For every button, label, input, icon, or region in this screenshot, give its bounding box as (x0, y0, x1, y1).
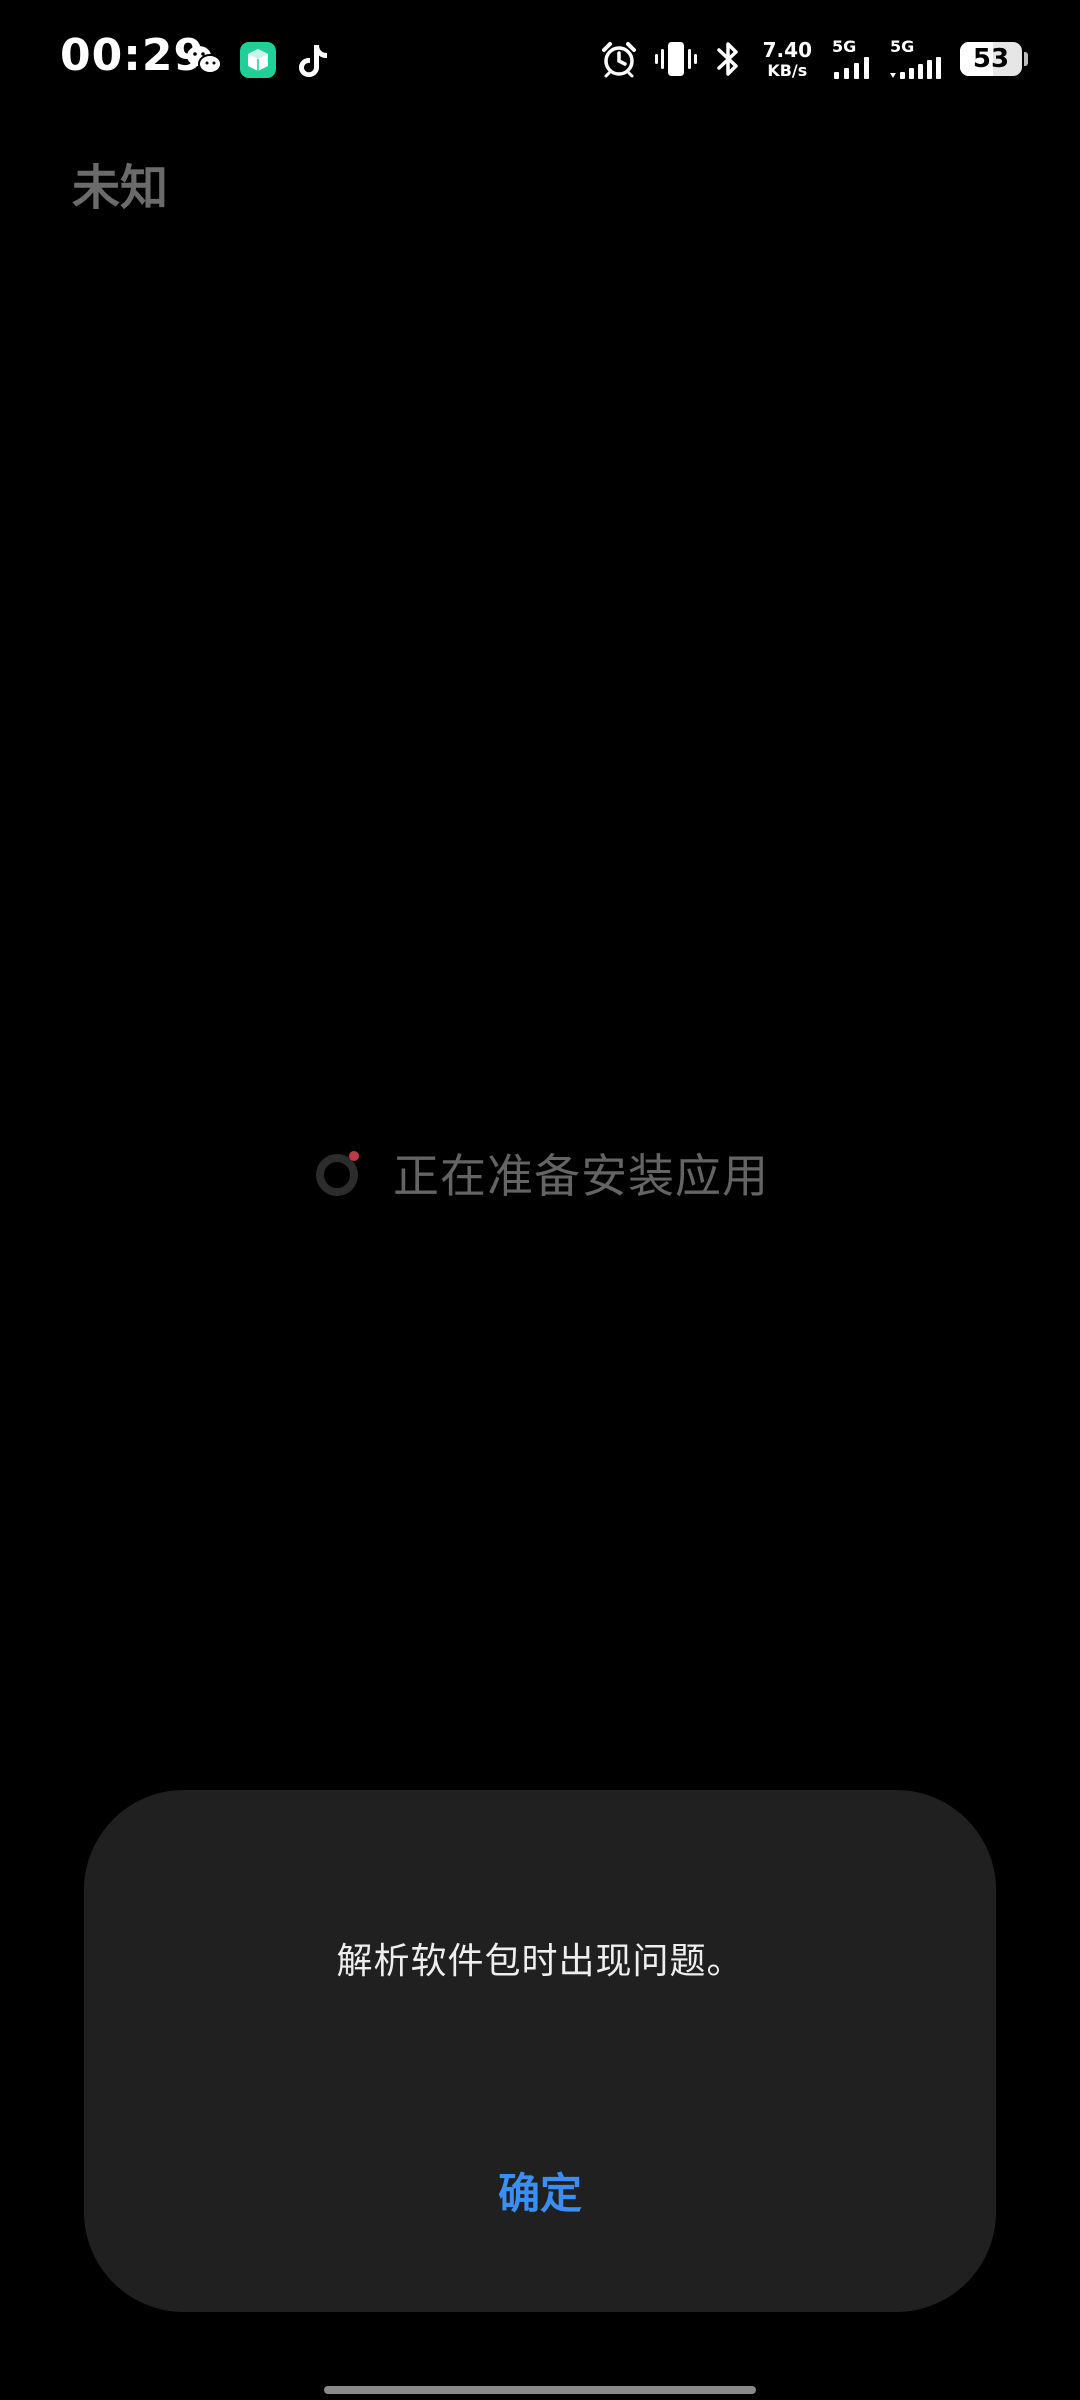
notification-icons (184, 38, 332, 82)
error-dialog: 解析软件包时出现问题。 确定 (84, 1790, 996, 2312)
signal-bars-icon (890, 57, 941, 79)
sim1-signal: 5G (832, 39, 876, 79)
bluetooth-icon (716, 42, 738, 76)
wechat-icon (187, 46, 222, 74)
home-indicator[interactable] (324, 2386, 756, 2394)
network-speed: 7.40 KB/s (763, 40, 812, 79)
spinner-icon (316, 1151, 359, 1196)
tiktok-icon (299, 45, 327, 77)
page-title: 未知 (72, 160, 169, 216)
network-speed-unit: KB/s (767, 60, 808, 80)
battery-icon: 53 (960, 42, 1028, 76)
vibrate-icon (654, 42, 697, 76)
sim1-label: 5G (832, 37, 857, 56)
alarm-icon (601, 42, 636, 78)
status-bar: 00:29 7.40 KB/s 5G 5G 53 (0, 0, 1080, 120)
battery-level: 53 (972, 44, 1010, 74)
sim2-label: 5G (890, 37, 915, 56)
cube-app-icon (240, 42, 276, 78)
network-speed-value: 7.40 (762, 37, 812, 62)
loading-indicator: 正在准备安装应用 (0, 1140, 1080, 1206)
dialog-message: 解析软件包时出现问题。 (336, 1941, 744, 1982)
confirm-button[interactable]: 确定 (440, 2150, 640, 2230)
signal-bars-icon (834, 57, 869, 79)
sim2-signal: 5G (890, 39, 942, 79)
loading-text: 正在准备安装应用 (393, 1149, 769, 1203)
system-icons: 7.40 KB/s 5G 5G 53 (599, 34, 1028, 84)
